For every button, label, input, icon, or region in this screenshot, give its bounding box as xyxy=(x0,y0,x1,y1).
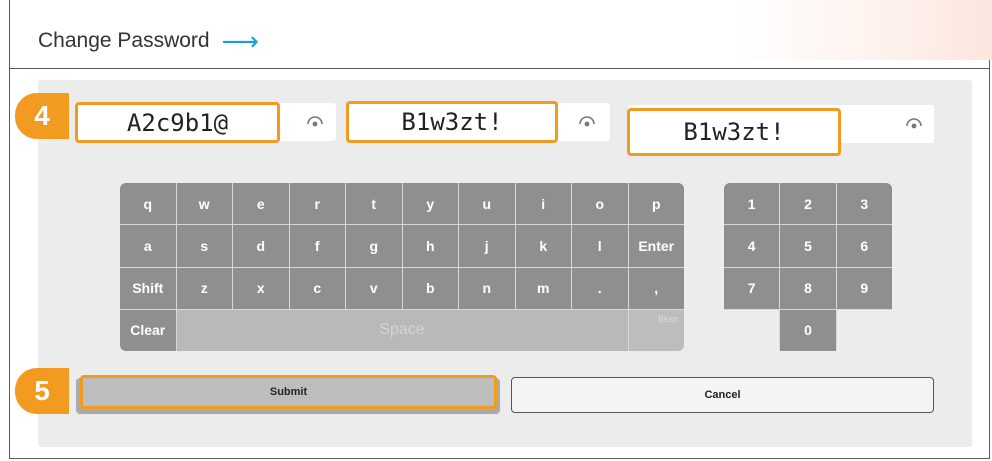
page-title: Change Password xyxy=(38,29,210,52)
current-password-input[interactable]: A2c9b1@ xyxy=(75,102,280,143)
show-password-icon[interactable] xyxy=(576,111,598,133)
key[interactable]: w xyxy=(176,183,232,225)
key[interactable]: i xyxy=(515,183,571,225)
key[interactable]: y xyxy=(402,183,458,225)
key[interactable]: j xyxy=(459,225,515,267)
page-header: Change Password ⟶ xyxy=(38,26,259,56)
corner-decoration xyxy=(732,0,992,60)
submit-button[interactable]: Submit xyxy=(80,375,497,409)
key[interactable]: x xyxy=(233,267,289,309)
numpad-blank xyxy=(724,309,780,351)
key[interactable]: e xyxy=(233,183,289,225)
new-password-input[interactable]: B1w3zt! xyxy=(346,101,558,143)
numpad-blank xyxy=(836,309,892,351)
step-4-badge: 4 xyxy=(15,93,69,139)
key[interactable]: d xyxy=(233,225,289,267)
key[interactable]: v xyxy=(346,267,402,309)
key[interactable]: z xyxy=(176,267,232,309)
step-5-badge: 5 xyxy=(15,368,69,414)
key[interactable]: g xyxy=(346,225,402,267)
numpad-key[interactable]: 2 xyxy=(780,183,836,225)
numpad-key[interactable]: 6 xyxy=(836,225,892,267)
key[interactable]: k xyxy=(515,225,571,267)
show-password-icon[interactable] xyxy=(304,111,326,133)
show-password-icon[interactable] xyxy=(903,113,925,135)
numpad-key[interactable]: 0 xyxy=(780,309,836,351)
key[interactable]: f xyxy=(289,225,345,267)
numpad-key[interactable]: 9 xyxy=(836,267,892,309)
key[interactable]: u xyxy=(459,183,515,225)
key[interactable]: o xyxy=(572,183,628,225)
key[interactable]: a xyxy=(120,225,176,267)
clear-key[interactable]: Clear xyxy=(120,309,176,351)
key[interactable]: b xyxy=(402,267,458,309)
enter-key[interactable]: Enter xyxy=(628,225,684,267)
key[interactable]: h xyxy=(402,225,458,267)
numpad-key[interactable]: 1 xyxy=(724,183,780,225)
key[interactable]: p xyxy=(628,183,684,225)
space-key[interactable]: Space xyxy=(176,309,628,351)
numeric-keypad: 1 2 3 4 5 6 7 8 9 0 xyxy=(724,183,892,351)
key[interactable]: r xyxy=(289,183,345,225)
key[interactable]: m xyxy=(515,267,571,309)
numpad-key[interactable]: 3 xyxy=(836,183,892,225)
key[interactable]: n xyxy=(459,267,515,309)
key[interactable]: , xyxy=(628,267,684,309)
arrow-right-icon[interactable]: ⟶ xyxy=(222,28,259,54)
key[interactable]: q xyxy=(120,183,176,225)
numpad-key[interactable]: 4 xyxy=(724,225,780,267)
numpad-key[interactable]: 5 xyxy=(780,225,836,267)
shift-key[interactable]: Shift xyxy=(120,267,176,309)
numpad-key[interactable]: 8 xyxy=(780,267,836,309)
confirm-password-input[interactable]: B1w3zt! xyxy=(627,108,841,156)
key[interactable]: c xyxy=(289,267,345,309)
key[interactable]: l xyxy=(572,225,628,267)
key[interactable]: . xyxy=(572,267,628,309)
numpad-key[interactable]: 7 xyxy=(724,267,780,309)
backspace-key[interactable]: Bksp xyxy=(628,309,684,351)
key[interactable]: t xyxy=(346,183,402,225)
key[interactable]: s xyxy=(176,225,232,267)
on-screen-keyboard: q w e r t y u i o p a s d f g h j k l En… xyxy=(120,183,684,351)
cancel-button[interactable]: Cancel xyxy=(511,377,934,413)
header-divider xyxy=(9,68,990,69)
